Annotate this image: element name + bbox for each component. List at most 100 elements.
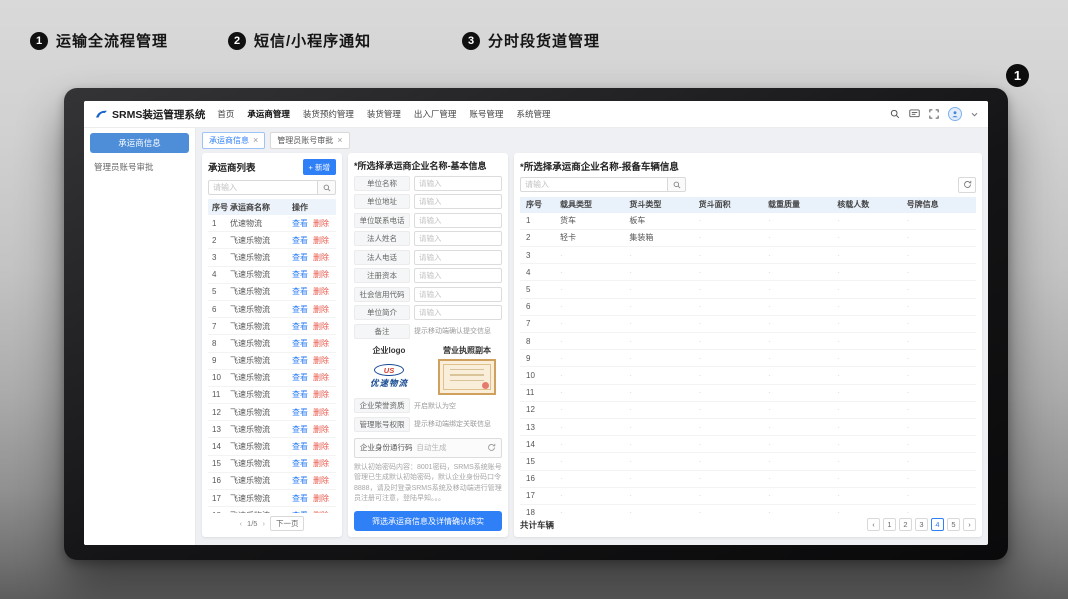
delete-link[interactable]: 删除	[313, 407, 329, 418]
view-link[interactable]: 查看	[292, 458, 308, 469]
fullscreen-icon[interactable]	[929, 109, 939, 119]
table-row: 7······	[520, 316, 976, 333]
sidebar-item[interactable]: 承运商信息	[90, 133, 189, 153]
tab-chip[interactable]: 管理员账号审批×	[270, 132, 349, 149]
cell: ·	[768, 457, 837, 466]
view-link[interactable]: 查看	[292, 235, 308, 246]
field-input[interactable]: 请输入	[414, 250, 502, 265]
view-link[interactable]: 查看	[292, 321, 308, 332]
sidebar-item[interactable]: 管理员账号审批	[84, 156, 195, 178]
nav-item[interactable]: 承运商管理	[247, 108, 290, 120]
cell: ·	[699, 285, 768, 294]
page-arrow-button[interactable]: ‹	[867, 518, 880, 531]
view-link[interactable]: 查看	[292, 441, 308, 452]
delete-link[interactable]: 删除	[313, 321, 329, 332]
page-button[interactable]: 4	[931, 518, 944, 531]
view-link[interactable]: 查看	[292, 355, 308, 366]
table-row: 14······	[520, 436, 976, 453]
cell: ·	[629, 251, 698, 260]
carrier-search-button[interactable]	[318, 180, 336, 195]
delete-link[interactable]: 删除	[313, 355, 329, 366]
page-arrow-button[interactable]: ›	[963, 518, 976, 531]
view-link[interactable]: 查看	[292, 338, 308, 349]
view-link[interactable]: 查看	[292, 372, 308, 383]
delete-link[interactable]: 删除	[313, 389, 329, 400]
delete-link[interactable]: 删除	[313, 269, 329, 280]
add-carrier-button[interactable]: + 新增	[303, 159, 336, 175]
chevron-down-icon[interactable]	[971, 112, 978, 117]
cell-index: 8	[208, 339, 230, 348]
delete-link[interactable]: 删除	[313, 286, 329, 297]
view-link[interactable]: 查看	[292, 304, 308, 315]
page-button[interactable]: 3	[915, 518, 928, 531]
field-input[interactable]: 请输入	[414, 213, 502, 228]
carrier-search-input[interactable]	[208, 180, 318, 195]
delete-link[interactable]: 删除	[313, 424, 329, 435]
search-icon[interactable]	[890, 109, 900, 119]
confirm-carrier-info-button[interactable]: 筛选承运商信息及详情确认核实	[354, 511, 502, 531]
business-license-image[interactable]	[438, 359, 496, 395]
cell-index: 4	[520, 268, 560, 277]
delete-link[interactable]: 删除	[313, 493, 329, 504]
cell: ·	[699, 337, 768, 346]
cell: ·	[629, 268, 698, 277]
page-button[interactable]: 5	[947, 518, 960, 531]
view-link[interactable]: 查看	[292, 286, 308, 297]
close-icon[interactable]: ×	[337, 136, 342, 145]
next-page-label-button[interactable]: 下一页	[270, 516, 305, 531]
cell: ·	[629, 319, 698, 328]
view-link[interactable]: 查看	[292, 424, 308, 435]
prev-page-button[interactable]: ‹	[240, 519, 243, 528]
field-input[interactable]: 请输入	[414, 231, 502, 246]
remark-label: 备注	[354, 324, 410, 339]
company-logo-image[interactable]: US 优速物流	[354, 359, 424, 395]
field-label: 注册资本	[354, 268, 410, 283]
vehicle-search-button[interactable]	[668, 177, 686, 192]
close-icon[interactable]: ×	[253, 136, 258, 145]
delete-link[interactable]: 删除	[313, 475, 329, 486]
nav-item[interactable]: 装货预约管理	[303, 108, 354, 120]
delete-link[interactable]: 删除	[313, 304, 329, 315]
page-button[interactable]: 1	[883, 518, 896, 531]
nav-item[interactable]: 出入厂管理	[414, 108, 457, 120]
delete-link[interactable]: 删除	[313, 252, 329, 263]
delete-link[interactable]: 删除	[313, 218, 329, 229]
delete-link[interactable]: 删除	[313, 372, 329, 383]
nav-item[interactable]: 系统管理	[516, 108, 550, 120]
view-link[interactable]: 查看	[292, 252, 308, 263]
cell-operations: 查看删除	[292, 218, 336, 229]
cell: ·	[629, 405, 698, 414]
view-link[interactable]: 查看	[292, 218, 308, 229]
refresh-icon[interactable]	[487, 443, 496, 452]
field-input[interactable]: 请输入	[414, 268, 502, 283]
user-avatar[interactable]	[948, 107, 962, 121]
tab-chip[interactable]: 承运商信息×	[202, 132, 265, 149]
delete-link[interactable]: 删除	[313, 338, 329, 349]
delete-link[interactable]: 删除	[313, 458, 329, 469]
view-link[interactable]: 查看	[292, 493, 308, 504]
message-icon[interactable]	[909, 109, 920, 119]
delete-link[interactable]: 删除	[313, 235, 329, 246]
cell: ·	[768, 251, 837, 260]
next-page-button[interactable]: ›	[262, 519, 265, 528]
table-row: 13飞速乐物流查看删除	[208, 421, 336, 438]
field-input[interactable]: 请输入	[414, 305, 502, 320]
cell: ·	[837, 216, 906, 225]
field-input[interactable]: 请输入	[414, 176, 502, 191]
cell: ·	[907, 268, 976, 277]
view-link[interactable]: 查看	[292, 269, 308, 280]
nav-item[interactable]: 装货管理	[367, 108, 401, 120]
nav-item[interactable]: 首页	[217, 108, 234, 120]
cell-operations: 查看删除	[292, 235, 336, 246]
delete-link[interactable]: 删除	[313, 441, 329, 452]
vehicle-search-input[interactable]	[520, 177, 668, 192]
nav-item[interactable]: 账号管理	[469, 108, 503, 120]
table-row: 14飞速乐物流查看删除	[208, 438, 336, 455]
view-link[interactable]: 查看	[292, 475, 308, 486]
view-link[interactable]: 查看	[292, 407, 308, 418]
field-input[interactable]: 请输入	[414, 194, 502, 209]
vehicle-refresh-button[interactable]	[958, 177, 976, 193]
page-button[interactable]: 2	[899, 518, 912, 531]
view-link[interactable]: 查看	[292, 389, 308, 400]
field-input[interactable]: 请输入	[414, 287, 502, 302]
